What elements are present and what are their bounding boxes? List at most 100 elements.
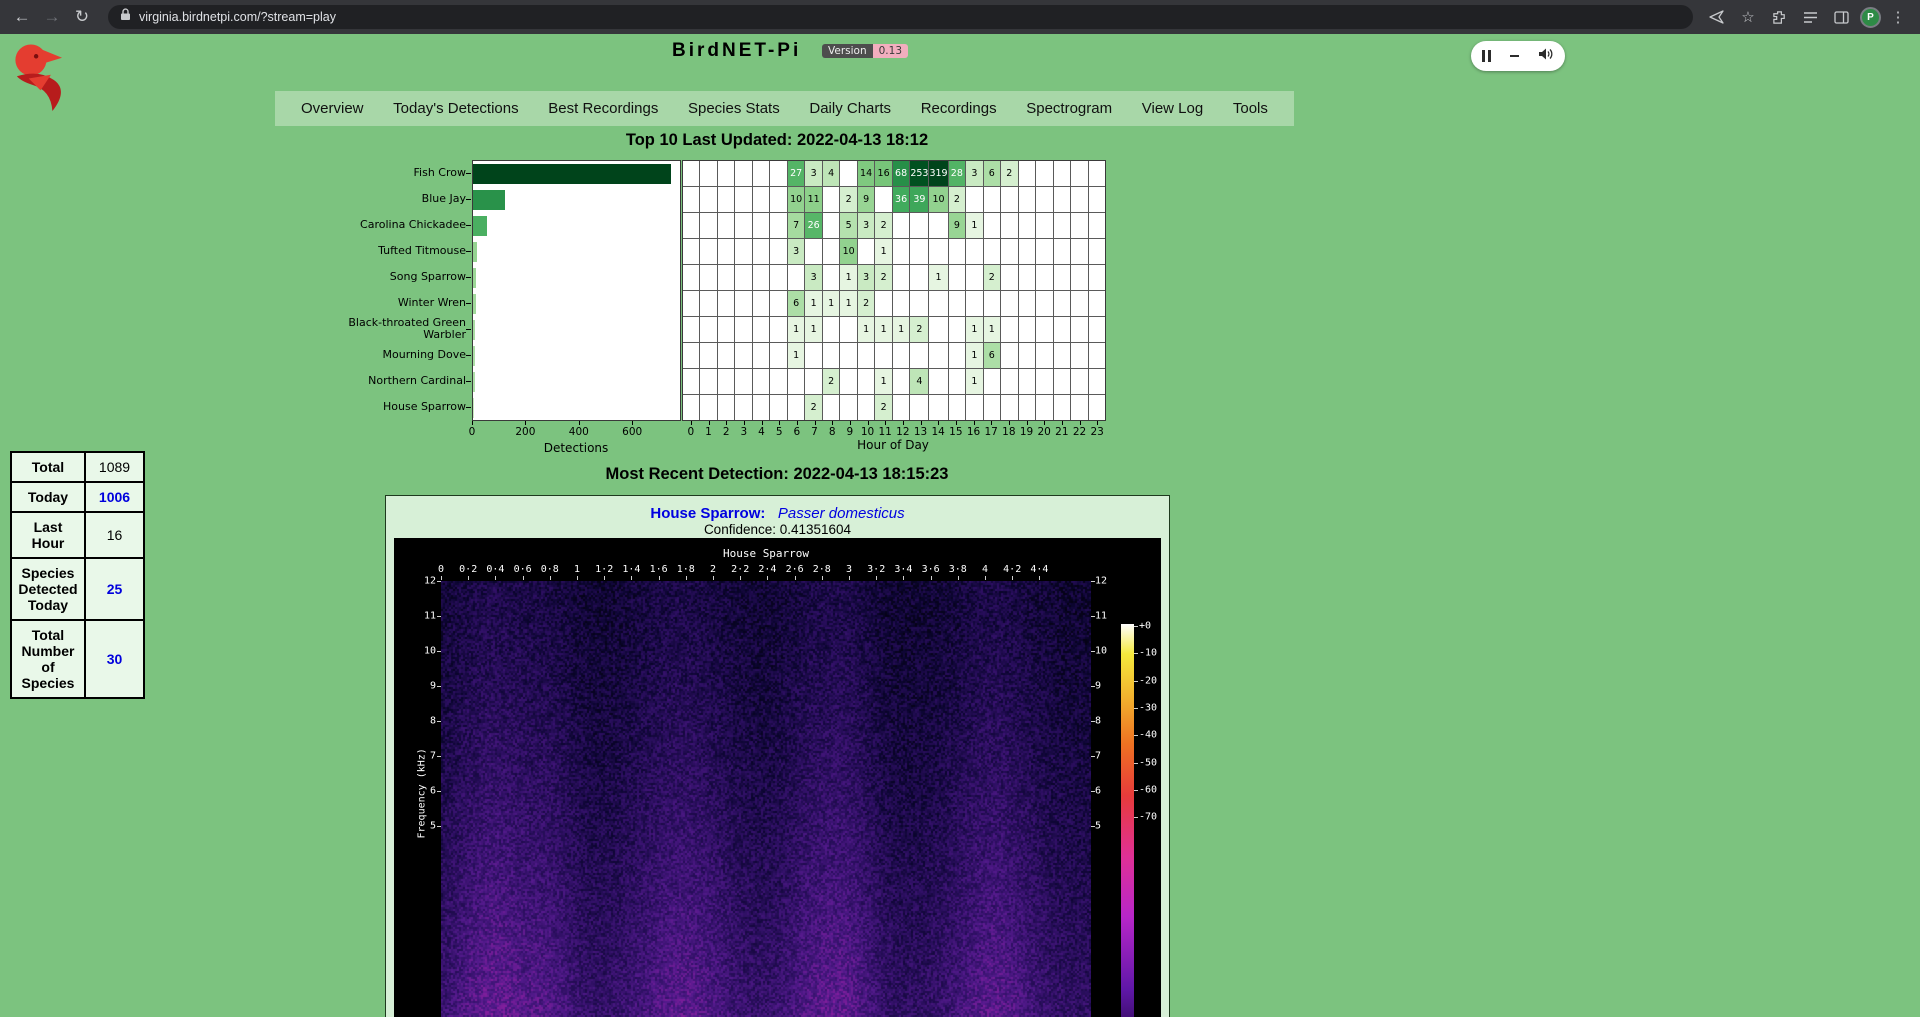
spectrogram-ytick	[437, 756, 441, 757]
nav-item-recordings[interactable]: Recordings	[921, 100, 997, 117]
nav-item-daily-charts[interactable]: Daily Charts	[809, 100, 891, 117]
url-bar[interactable]: virginia.birdnetpi.com/?stream=play	[108, 5, 1693, 29]
volume-icon[interactable]	[1538, 47, 1554, 66]
heatmap-cell	[1054, 239, 1070, 264]
reading-list-icon[interactable]	[1798, 5, 1822, 29]
heatmap-cell	[910, 395, 928, 420]
heatmap-cell	[735, 291, 751, 316]
stats-table: Total1089Today1006Last Hour16Species Det…	[10, 451, 145, 699]
stat-row: Total Number of Species30	[11, 620, 144, 698]
heatmap-cell	[735, 265, 751, 290]
species-label-song-sparrow: Song Sparrow	[345, 264, 466, 290]
nav-item-overview[interactable]: Overview	[301, 100, 364, 117]
nav-item-species-stats[interactable]: Species Stats	[688, 100, 780, 117]
nav-item-best-recordings[interactable]: Best Recordings	[548, 100, 658, 117]
send-icon[interactable]	[1705, 5, 1729, 29]
heatmap-cell	[1089, 317, 1105, 342]
spectrogram-ytick-label-right: 5	[1095, 821, 1119, 832]
bar-axis-label: Detections	[544, 441, 609, 455]
browser-menu-icon[interactable]: ⋮	[1888, 8, 1908, 26]
nav-item-view-log[interactable]: View Log	[1142, 100, 1203, 117]
heatmap-cell	[840, 161, 856, 186]
back-button[interactable]: ←	[8, 3, 36, 31]
heatmap-cell	[823, 213, 839, 238]
heatmap-cell	[929, 291, 947, 316]
tickmark	[779, 421, 780, 425]
heatmap-cell	[718, 291, 734, 316]
heatmap-cell	[718, 395, 734, 420]
heatmap-cell	[700, 395, 716, 420]
nav-item-tools[interactable]: Tools	[1233, 100, 1268, 117]
tickmark	[691, 421, 692, 425]
forward-button[interactable]: →	[38, 3, 66, 31]
spectrogram-ytick	[1091, 756, 1095, 757]
heatmap-cell: 11	[805, 187, 821, 212]
detection-card: House Sparrow: Passer domesticus Confide…	[385, 495, 1170, 1017]
stat-link[interactable]: 30	[85, 620, 144, 698]
heatmap-cell	[984, 187, 1000, 212]
heatmap-cell	[949, 317, 965, 342]
spectrogram-xtick	[468, 576, 469, 580]
detection-common-name[interactable]: House Sparrow:	[650, 505, 765, 522]
heatmap-cell: 1	[875, 239, 892, 264]
stat-row: Today1006	[11, 482, 144, 512]
side-panel-icon[interactable]	[1829, 5, 1853, 29]
detection-bar	[473, 320, 475, 340]
extensions-icon[interactable]	[1767, 5, 1791, 29]
heatmap-cell	[984, 239, 1000, 264]
heatmap-cell	[1036, 239, 1052, 264]
spectrogram-ytick-label: 11	[412, 611, 436, 622]
nav-item-spectrogram[interactable]: Spectrogram	[1026, 100, 1112, 117]
detection-bar	[473, 242, 477, 262]
spectrogram-xtick	[1012, 576, 1013, 580]
heatmap-cell	[770, 317, 787, 342]
heatmap-cell	[823, 187, 839, 212]
heatmap-cell	[1001, 343, 1018, 368]
seek-bar[interactable]	[1510, 55, 1519, 57]
heatmap-cell	[788, 369, 804, 394]
bookmark-star-icon[interactable]: ☆	[1736, 5, 1760, 29]
bar-xtick: 600	[622, 426, 642, 438]
hour-xtick: 10	[861, 426, 874, 438]
tickmark	[472, 421, 473, 425]
audio-player[interactable]	[1471, 41, 1565, 71]
heatmap-cell: 1	[823, 291, 839, 316]
stat-link[interactable]: 1006	[85, 482, 144, 512]
tickmark	[974, 421, 975, 425]
nav-item-today-s-detections[interactable]: Today's Detections	[393, 100, 518, 117]
heatmap-cell	[949, 265, 965, 290]
spectrogram-xtick	[849, 576, 850, 580]
heatmap-cell: 1	[984, 317, 1000, 342]
heatmap-cell	[770, 343, 787, 368]
heatmap-cell: 10	[788, 187, 804, 212]
spectrogram-xtick-label: 3·4	[894, 564, 912, 575]
spectrogram-colorbar	[1121, 624, 1134, 1017]
heatmap-cell	[1036, 343, 1052, 368]
spectrogram-ytick	[437, 791, 441, 792]
profile-avatar[interactable]: P	[1860, 7, 1881, 28]
heatmap-cell	[1036, 369, 1052, 394]
tickmark	[921, 421, 922, 425]
spectrogram-xtick-label: 1·8	[677, 564, 695, 575]
heatmap-cell: 16	[875, 161, 892, 186]
spectrogram-ytick	[1091, 616, 1095, 617]
heatmap-cell	[984, 369, 1000, 394]
heatmap-cell	[683, 317, 699, 342]
stat-link[interactable]: 25	[85, 558, 144, 620]
heatmap-cell	[683, 161, 699, 186]
heatmap-cell	[1089, 291, 1105, 316]
heatmap-cell	[1071, 317, 1087, 342]
colorbar-tick	[1134, 735, 1138, 736]
version-label: Version	[822, 44, 873, 58]
birdnetpi-logo	[8, 40, 82, 114]
spectrogram-xtick	[713, 576, 714, 580]
spectrogram-xtick-label: 2·4	[758, 564, 776, 575]
detection-confidence: Confidence: 0.41351604	[386, 522, 1169, 537]
heatmap-cell	[753, 161, 769, 186]
reload-button[interactable]: ↻	[68, 3, 96, 31]
tickmark	[903, 421, 904, 425]
pause-button[interactable]	[1482, 50, 1491, 62]
heatmap-cell	[1071, 395, 1087, 420]
heatmap-cell: 4	[823, 161, 839, 186]
heatmap-cell	[718, 213, 734, 238]
